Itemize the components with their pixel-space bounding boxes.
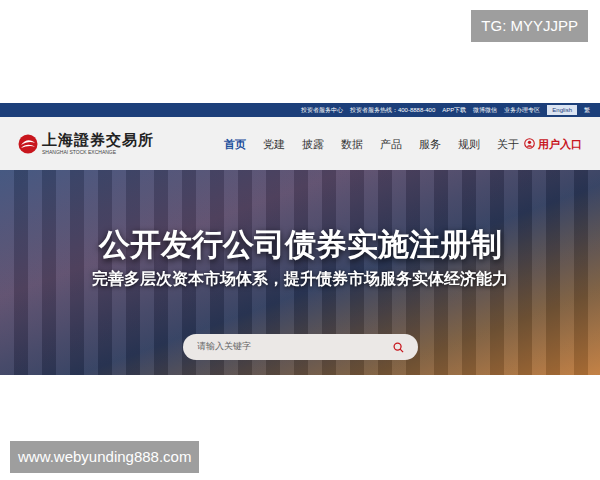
logo[interactable]: 上海證券交易所 SHANGHAI STOCK EXCHANGE [18,132,218,155]
nav-item[interactable]: 数据 [341,137,363,151]
english-link[interactable]: English [547,105,577,115]
user-icon [524,138,535,149]
nav-item[interactable]: 关于 [497,137,519,151]
top-link[interactable]: 微博微信 [473,105,497,115]
nav-bar: 上海證券交易所 SHANGHAI STOCK EXCHANGE 首页 党建 披露 数据… [0,117,600,170]
top-link[interactable]: 投资者服务热线：400-8888-400 [350,105,435,115]
watermark-top: TG: MYYJJPP [471,10,588,42]
sse-logo-icon [18,134,38,154]
traditional-link[interactable]: 繁 [584,105,590,115]
top-link[interactable]: 投资者服务中心 [301,105,343,115]
search-box [183,334,418,360]
search-icon[interactable] [393,342,404,353]
top-link[interactable]: 业务办理专区 [504,105,540,115]
banner: 公开发行公司债券实施注册制 完善多层次资本市场体系，提升债券市场服务实体经济能力 [0,170,600,375]
nav-item[interactable]: 党建 [263,137,285,151]
user-entry[interactable]: 用户入口 [524,137,582,151]
search-input[interactable] [197,340,393,354]
screenshot: 投资者服务中心投资者服务热线：400-8888-400 APP下载微博微信业务办理… [0,103,600,375]
nav-item[interactable]: 规则 [458,137,480,151]
nav-item[interactable]: 服务 [419,137,441,151]
top-link[interactable]: APP下载 [442,105,466,115]
nav-item[interactable]: 产品 [380,137,402,151]
nav-item[interactable]: 披露 [302,137,324,151]
nav-item[interactable]: 首页 [224,137,246,151]
top-bar: 投资者服务中心投资者服务热线：400-8888-400 APP下载微博微信业务办理… [0,103,600,117]
watermark-bottom: www.webyunding888.com [10,441,199,473]
